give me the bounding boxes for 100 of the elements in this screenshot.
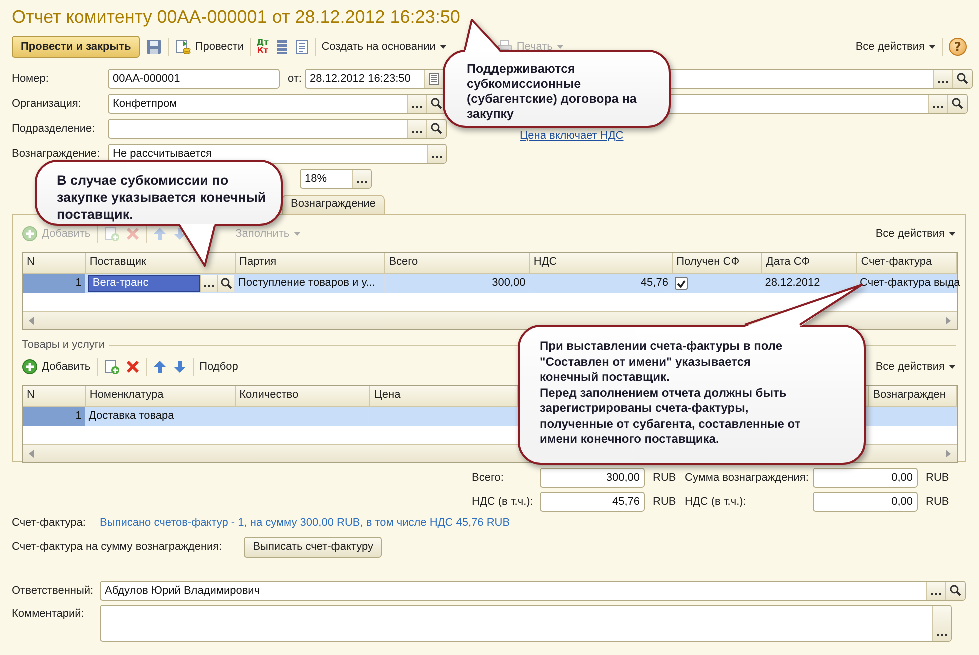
table-cell: 1	[23, 274, 86, 293]
search-icon	[956, 73, 968, 84]
search-icon	[220, 278, 232, 289]
responsible-field[interactable]: Абдулов Юрий Владимирович	[100, 580, 966, 600]
checkbox[interactable]	[675, 277, 688, 290]
pick-button[interactable]: Подбор	[200, 361, 238, 373]
add-icon[interactable]	[22, 359, 38, 375]
tab[interactable]: Вознаграждение	[282, 195, 386, 214]
ellipsis-icon	[938, 80, 948, 84]
column-header[interactable]: N	[23, 253, 86, 274]
choose-button[interactable]	[407, 94, 426, 112]
column-header[interactable]: НДС	[530, 253, 673, 274]
issue-invoice-button[interactable]: Выписать счет-фактуру	[244, 536, 382, 558]
search-icon	[431, 123, 442, 134]
field-label: Комментарий:	[12, 607, 86, 620]
field-label: Счет-фактура на сумму вознаграждения:	[12, 541, 222, 553]
ellipsis-icon	[412, 130, 422, 134]
field-label: Номер:	[12, 72, 50, 84]
amount-field[interactable]: 0,00	[813, 468, 918, 488]
table-cell: Поступление товаров и у...	[235, 274, 386, 293]
table-cell: Доставка товара	[86, 407, 236, 426]
column-header[interactable]: Дата СФ	[762, 253, 858, 274]
copy-icon[interactable]	[104, 359, 120, 375]
column-header[interactable]: Цена	[370, 386, 518, 407]
ellipsis-icon	[933, 106, 943, 108]
delete-icon[interactable]	[126, 360, 140, 374]
add-button[interactable]: Добавить	[22, 359, 91, 375]
copy-icon[interactable]	[104, 226, 120, 242]
choose-button[interactable]	[932, 70, 952, 88]
calendar-button[interactable]	[424, 70, 444, 88]
column-header[interactable]: Номенклатура	[86, 386, 236, 407]
help-button[interactable]: ?	[949, 38, 967, 56]
column-header[interactable]: Партия	[236, 253, 386, 274]
price-includes-vat-link[interactable]: Цена включает НДС	[520, 130, 624, 142]
currency-label: RUB	[652, 496, 678, 508]
debit-credit-icon[interactable]: Дт Кт	[256, 39, 269, 55]
calendar-icon	[429, 72, 440, 84]
document-icon[interactable]	[294, 39, 309, 55]
document-coins-icon[interactable]	[175, 39, 192, 55]
checkmark-icon	[677, 280, 686, 288]
all-actions-button[interactable]: Все действия	[876, 361, 956, 373]
amount-field[interactable]: 300,00	[540, 468, 645, 488]
date-field[interactable]: 28.12.2012 16:23:50	[304, 68, 445, 88]
choose-button[interactable]	[926, 582, 945, 600]
all-actions-button[interactable]: Все действия	[856, 41, 936, 53]
callout-text: Поддерживаются субкомиссионные (субагентские) договора на закупку	[467, 62, 638, 122]
post-button[interactable]: Провести	[175, 39, 244, 55]
cell-editor[interactable]: Вега-транс	[88, 275, 200, 292]
search-icon	[952, 98, 963, 109]
currency-label: RUB	[925, 472, 950, 484]
currency-label: RUB	[925, 496, 950, 508]
column-header[interactable]: Всего	[385, 253, 530, 274]
choose-button[interactable]	[200, 275, 218, 292]
post-and-close-button[interactable]: Провести и закрыть	[12, 36, 140, 58]
department-field[interactable]	[108, 118, 447, 138]
search-icon	[950, 585, 961, 596]
amount-field[interactable]: 45,76	[540, 492, 645, 512]
organization-field[interactable]: Конфетпром	[108, 94, 447, 114]
ellipsis-icon	[937, 634, 947, 637]
reward-vat-field[interactable]: 18%	[300, 168, 372, 188]
all-actions-button[interactable]: Все действия	[876, 228, 956, 240]
comment-field[interactable]	[100, 605, 952, 642]
ellipsis-icon	[357, 180, 367, 184]
caret-icon	[929, 45, 936, 49]
arrow-up-icon[interactable]	[152, 360, 167, 374]
choose-button[interactable]	[407, 120, 426, 138]
search-button[interactable]	[945, 582, 965, 600]
arrow-down-icon[interactable]	[172, 227, 187, 241]
column-header[interactable]: Количество	[236, 386, 370, 407]
currency-label: RUB	[652, 472, 678, 484]
caret-icon	[440, 45, 447, 49]
callout-text: В случае субкомиссии по закупке указывается конечный поставщик.	[57, 172, 267, 223]
caret-icon	[949, 232, 956, 236]
reward-field[interactable]: Не рассчитывается	[108, 144, 447, 164]
field-label: Подразделение:	[12, 122, 96, 134]
number-field[interactable]: 00АА-000001	[108, 68, 280, 88]
column-header[interactable]: Вознагражден	[869, 386, 958, 407]
field-label: Организация:	[12, 98, 82, 110]
field-label: НДС (в т.ч.):	[685, 496, 748, 508]
choose-button[interactable]	[427, 144, 446, 162]
create-based-on-button[interactable]: Создать на основании	[322, 41, 447, 53]
ellipsis-icon	[931, 592, 941, 596]
table-cell: 1	[23, 407, 86, 426]
list-icon[interactable]	[274, 39, 289, 55]
search-button[interactable]	[947, 94, 967, 112]
choose-button[interactable]	[928, 94, 947, 112]
search-button[interactable]	[952, 70, 972, 88]
table-cell: 45,76	[530, 274, 672, 293]
choose-button[interactable]	[352, 170, 371, 188]
column-header[interactable]: Получен СФ	[672, 253, 762, 274]
search-button[interactable]	[426, 120, 446, 138]
field-label: НДС (в т.ч.):	[472, 496, 534, 508]
save-icon[interactable]	[146, 39, 162, 55]
column-header[interactable]: Поставщик	[86, 253, 236, 274]
amount-field[interactable]: 0,00	[813, 492, 918, 512]
column-header[interactable]: N	[23, 386, 86, 407]
search-button[interactable]	[217, 275, 234, 292]
group-title: Товары и услуги	[22, 339, 106, 351]
column-header[interactable]: Счет-фактура	[857, 253, 957, 274]
invoice-summary-link[interactable]: Выписано счетов-фактур - 1, на сумму 300,00 RUB, в том числе НДС 45,76 RUB	[100, 517, 510, 529]
